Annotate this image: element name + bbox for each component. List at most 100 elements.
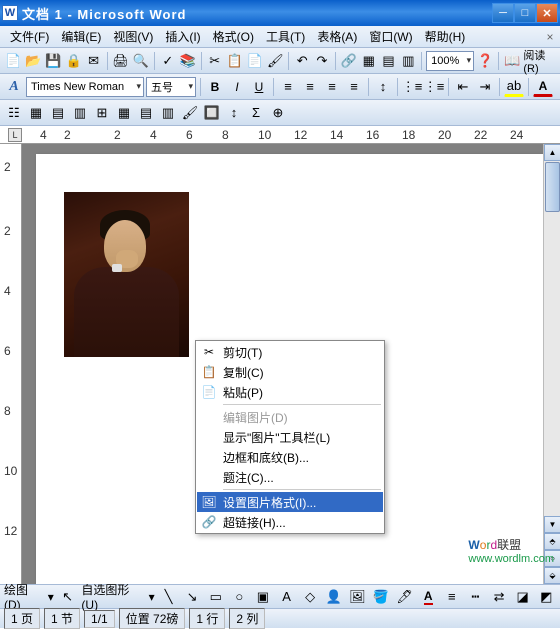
line-color-icon[interactable]: 🖊 xyxy=(395,587,415,607)
paste-icon[interactable]: 📄 xyxy=(246,51,264,71)
tool-i-icon[interactable]: 🖌 xyxy=(180,103,200,123)
tool-j-icon[interactable]: 🔲 xyxy=(202,103,222,123)
fill-color-icon[interactable]: 🪣 xyxy=(371,587,391,607)
ctx-paste[interactable]: 📄粘贴(P) xyxy=(197,382,383,402)
indent-dec-icon[interactable]: ⇤ xyxy=(453,77,473,97)
mail-icon[interactable]: ✉ xyxy=(85,51,103,71)
close-button[interactable]: ✕ xyxy=(536,3,558,23)
bullets-icon[interactable]: ⋮≡ xyxy=(424,77,444,97)
textbox-icon[interactable]: ▣ xyxy=(253,587,273,607)
styles-icon[interactable]: A xyxy=(4,79,24,95)
table-icon[interactable]: ▦ xyxy=(360,51,378,71)
ctx-borders-shading[interactable]: 边框和底纹(B)... xyxy=(197,447,383,467)
font-color-draw-icon[interactable]: A xyxy=(418,587,438,607)
line-icon[interactable]: ╲ xyxy=(159,587,179,607)
wordart-icon[interactable]: A xyxy=(277,587,297,607)
dash-style-icon[interactable]: ┅ xyxy=(466,587,486,607)
line-style-icon[interactable]: ≡ xyxy=(442,587,462,607)
zoom-dropdown[interactable]: 100% xyxy=(426,51,474,71)
ctx-copy[interactable]: 📋复制(C) xyxy=(197,362,383,382)
menu-tools[interactable]: 工具(T) xyxy=(260,26,311,47)
menu-table[interactable]: 表格(A) xyxy=(311,26,363,47)
underline-icon[interactable]: U xyxy=(249,77,269,97)
menu-insert[interactable]: 插入(I) xyxy=(159,26,206,47)
maximize-button[interactable]: □ xyxy=(514,3,536,23)
3d-icon[interactable]: ◩ xyxy=(536,587,556,607)
vertical-scrollbar[interactable]: ▲ ▼ ⬘ ○ ⬙ xyxy=(543,144,560,584)
tool-b-icon[interactable]: ▦ xyxy=(26,103,46,123)
columns-icon[interactable]: ▥ xyxy=(399,51,417,71)
ctx-hyperlink[interactable]: 🔗超链接(H)... xyxy=(197,512,383,532)
format-painter-icon[interactable]: 🖌 xyxy=(266,51,285,71)
justify-icon[interactable]: ≡ xyxy=(344,77,364,97)
ctx-show-picture-toolbar[interactable]: 显示"图片"工具栏(L) xyxy=(197,427,383,447)
arrow-style-icon[interactable]: ⇄ xyxy=(489,587,509,607)
ctx-cut[interactable]: ✂剪切(T) xyxy=(197,342,383,362)
select-objects-icon[interactable]: ↖ xyxy=(58,587,78,607)
read-mode-icon[interactable]: 📖 xyxy=(503,51,521,71)
cut-icon[interactable]: ✂ xyxy=(206,51,224,71)
italic-icon[interactable]: I xyxy=(227,77,247,97)
menu-edit[interactable]: 编辑(E) xyxy=(55,26,107,47)
redo-icon[interactable]: ↷ xyxy=(313,51,331,71)
bold-icon[interactable]: B xyxy=(205,77,225,97)
spellcheck-icon[interactable]: ✓ xyxy=(159,51,177,71)
diagram-icon[interactable]: ◇ xyxy=(300,587,320,607)
save-icon[interactable]: 💾 xyxy=(44,51,62,71)
scroll-thumb[interactable] xyxy=(545,162,560,212)
tool-e-icon[interactable]: ⊞ xyxy=(92,103,112,123)
rectangle-icon[interactable]: ▭ xyxy=(206,587,226,607)
undo-icon[interactable]: ↶ xyxy=(293,51,311,71)
excel-icon[interactable]: ▤ xyxy=(380,51,398,71)
vertical-ruler[interactable]: 2 2 4 6 8 10 12 xyxy=(0,144,22,584)
menu-close-doc[interactable]: × xyxy=(544,30,556,44)
align-left-icon[interactable]: ≡ xyxy=(278,77,298,97)
menu-view[interactable]: 视图(V) xyxy=(107,26,159,47)
oval-icon[interactable]: ○ xyxy=(230,587,250,607)
font-family-dropdown[interactable]: Times New Roman xyxy=(26,77,144,97)
arrow-icon[interactable]: ↘ xyxy=(182,587,202,607)
font-color-icon[interactable]: A xyxy=(533,77,553,97)
menu-format[interactable]: 格式(O) xyxy=(207,26,260,47)
preview-icon[interactable]: 🔍 xyxy=(132,51,150,71)
tool-k-icon[interactable]: ↕ xyxy=(224,103,244,123)
tool-a-icon[interactable]: ☷ xyxy=(4,103,24,123)
ctx-caption[interactable]: 题注(C)... xyxy=(197,467,383,487)
open-icon[interactable]: 📂 xyxy=(24,51,42,71)
scroll-down-icon[interactable]: ▼ xyxy=(544,516,560,533)
tool-f-icon[interactable]: ▦ xyxy=(114,103,134,123)
permission-icon[interactable]: 🔒 xyxy=(65,51,83,71)
tool-g-icon[interactable]: ▤ xyxy=(136,103,156,123)
picture-icon[interactable]: 🖼 xyxy=(348,587,368,607)
clipart-icon[interactable]: 👤 xyxy=(324,587,344,607)
menu-help[interactable]: 帮助(H) xyxy=(419,26,472,47)
research-icon[interactable]: 📚 xyxy=(179,51,197,71)
tool-h-icon[interactable]: ▥ xyxy=(158,103,178,123)
align-right-icon[interactable]: ≡ xyxy=(322,77,342,97)
read-label[interactable]: 阅读(R) xyxy=(523,47,556,75)
new-doc-icon[interactable]: 📄 xyxy=(4,51,22,71)
scroll-up-icon[interactable]: ▲ xyxy=(544,144,560,161)
tool-d-icon[interactable]: ▥ xyxy=(70,103,90,123)
tool-l-icon[interactable]: Σ xyxy=(246,103,266,123)
tool-c-icon[interactable]: ▤ xyxy=(48,103,68,123)
line-spacing-icon[interactable]: ↕ xyxy=(373,77,393,97)
numbering-icon[interactable]: ⋮≡ xyxy=(402,77,422,97)
help-icon[interactable]: ❓ xyxy=(476,51,494,71)
next-page-icon[interactable]: ⬙ xyxy=(544,567,560,584)
shadow-icon[interactable]: ◪ xyxy=(513,587,533,607)
menu-file[interactable]: 文件(F) xyxy=(4,26,55,47)
inserted-image[interactable] xyxy=(64,192,189,357)
copy-icon[interactable]: 📋 xyxy=(226,51,244,71)
print-icon[interactable]: 🖨 xyxy=(111,51,130,71)
highlight-icon[interactable]: ab xyxy=(504,77,524,97)
hyperlink-icon[interactable]: 🔗 xyxy=(340,51,358,71)
minimize-button[interactable]: ─ xyxy=(492,3,514,23)
indent-inc-icon[interactable]: ⇥ xyxy=(475,77,495,97)
menu-window[interactable]: 窗口(W) xyxy=(363,26,418,47)
horizontal-ruler[interactable]: L 4 2 2 4 6 8 10 12 14 16 18 20 22 24 xyxy=(0,126,560,144)
font-size-dropdown[interactable]: 五号 xyxy=(146,77,196,97)
tool-m-icon[interactable]: ⊕ xyxy=(268,103,288,123)
ctx-format-picture[interactable]: 🖼设置图片格式(I)... xyxy=(197,492,383,512)
ruler-corner-icon[interactable]: L xyxy=(8,128,22,142)
